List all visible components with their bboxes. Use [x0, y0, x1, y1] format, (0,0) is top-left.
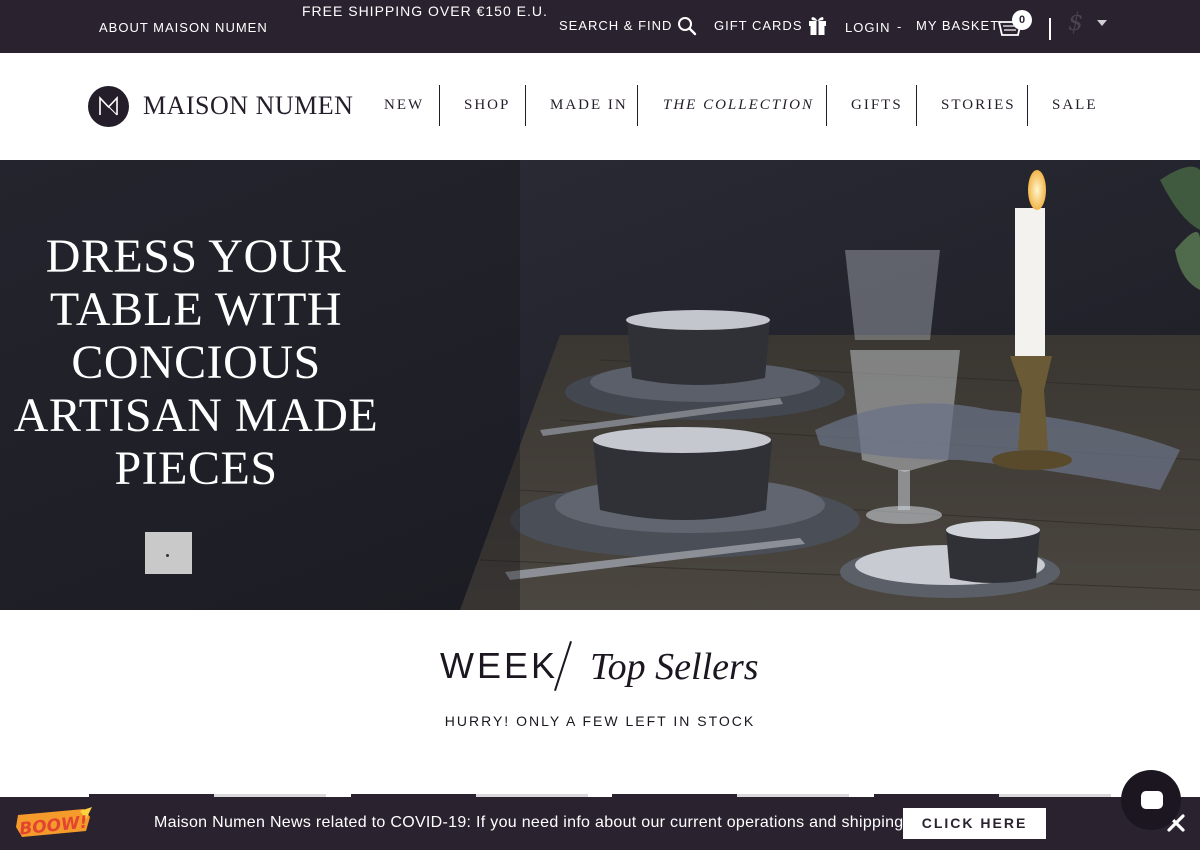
basket-count-badge: 0	[1012, 10, 1032, 30]
section-title-top-sellers: Top Sellers	[590, 646, 759, 688]
section-title-week: WEEK	[440, 645, 559, 686]
nav-the-collection[interactable]: THE COLLECTION	[663, 97, 814, 114]
hero-headline-line: TABLE WITH	[49, 283, 343, 336]
nav-divider	[916, 85, 917, 126]
nav-stories[interactable]: STORIES	[941, 97, 1016, 114]
chat-icon[interactable]	[1121, 770, 1181, 830]
topbar-divider	[1049, 18, 1051, 40]
logo-mark-icon[interactable]	[88, 86, 129, 127]
news-banner: BOOW! Maison Numen News related to COVID…	[0, 797, 1200, 850]
hero-banner[interactable]: DRESS YOUR TABLE WITH CONCIOUS ARTISAN M…	[0, 160, 1200, 610]
slider-dot[interactable]	[145, 532, 192, 574]
chat-bubble	[1141, 791, 1163, 809]
boow-badge-icon: BOOW!	[14, 807, 94, 840]
main-navigation: MAISON NUMEN NEW SHOP MADE IN THE COLLEC…	[0, 53, 1200, 160]
nav-made-in[interactable]: MADE IN	[550, 97, 628, 114]
hero-headline-line: DRESS YOUR	[45, 230, 347, 283]
about-link[interactable]: ABOUT MAISON NUMEN	[99, 20, 268, 35]
basket-link[interactable]: MY BASKET	[916, 18, 999, 33]
search-link[interactable]: SEARCH & FIND	[559, 18, 672, 33]
nav-divider	[1027, 85, 1028, 126]
nav-divider	[439, 85, 440, 126]
nav-divider	[525, 85, 526, 126]
login-link[interactable]: LOGIN	[845, 20, 890, 35]
hero-headline-line: ARTISAN MADE	[13, 389, 379, 442]
hero-headline-line: CONCIOUS	[71, 336, 321, 389]
chevron-down-icon[interactable]	[1097, 20, 1107, 26]
nav-shop[interactable]: SHOP	[464, 97, 510, 114]
hero-headline: DRESS YOUR TABLE WITH CONCIOUS ARTISAN M…	[0, 230, 392, 495]
brand-logo-text[interactable]: MAISON NUMEN	[143, 91, 353, 121]
hero-headline-line: PIECES	[114, 442, 278, 495]
nav-gifts[interactable]: GIFTS	[851, 97, 903, 114]
currency-selector[interactable]: $	[1068, 8, 1083, 36]
section-subtitle: HURRY! ONLY A FEW LEFT IN STOCK	[444, 713, 756, 729]
gift-cards-link[interactable]: GIFT CARDS	[714, 18, 803, 33]
nav-divider	[826, 85, 827, 126]
gift-icon[interactable]	[808, 14, 827, 36]
top-bar: ABOUT MAISON NUMEN FREE SHIPPING OVER €1…	[0, 0, 1200, 53]
nav-new[interactable]: NEW	[384, 97, 424, 114]
click-here-button[interactable]: CLICK HERE	[903, 808, 1046, 839]
covid-news-message: Maison Numen News related to COVID-19: I…	[154, 814, 904, 831]
free-shipping-notice: FREE SHIPPING OVER €150 E.U.	[302, 3, 548, 19]
nav-sale[interactable]: SALE	[1052, 97, 1098, 114]
search-icon[interactable]	[677, 16, 697, 36]
nav-divider	[637, 85, 638, 126]
slider-dot-indicator	[166, 554, 169, 557]
login-separator: -	[897, 19, 902, 34]
